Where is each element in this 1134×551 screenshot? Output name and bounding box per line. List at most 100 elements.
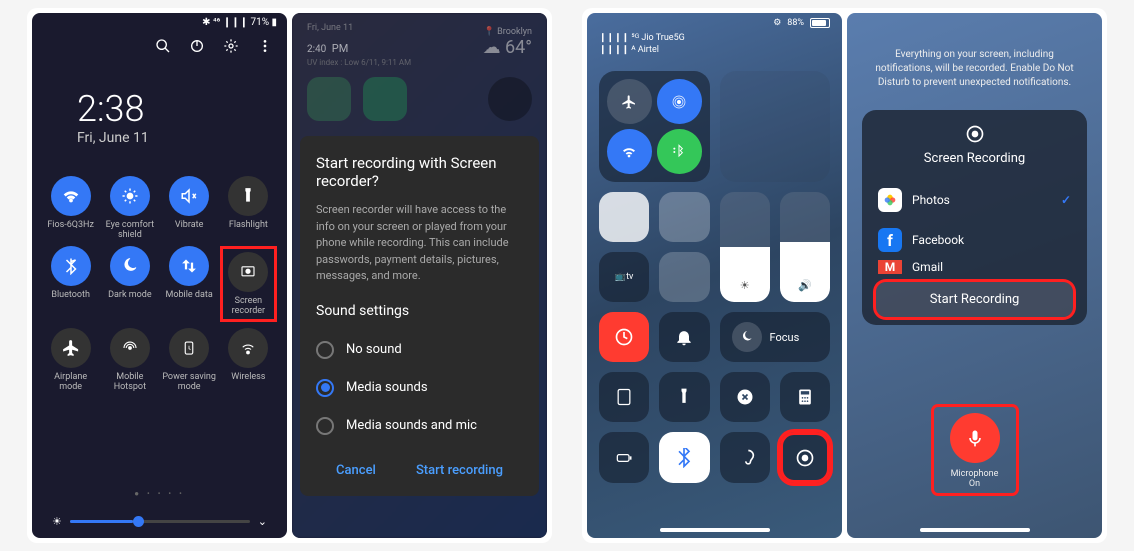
qs-label: Fios-6Q3Hz <box>47 220 94 230</box>
focus-label: Focus <box>770 331 800 344</box>
app-option-gmail[interactable]: MGmail <box>862 260 1087 274</box>
clock-time: 2:38 <box>77 88 287 130</box>
hearing-button[interactable] <box>720 432 770 482</box>
carrier-info: ❙❙❙❙ ⁵ᴳ Jio True5G ❙❙❙❙ ᴬ Airtel <box>587 33 842 56</box>
flashlight-icon <box>228 176 268 216</box>
media-panel[interactable] <box>720 71 831 182</box>
qs-label: Eye comfort shield <box>101 220 158 240</box>
qs-label: Power saving mode <box>161 372 218 392</box>
qs-tile-screen-rec[interactable]: Screen recorder <box>220 246 277 322</box>
qs-tile-airplane[interactable]: Airplane mode <box>42 328 99 392</box>
widget-time: 2:40 PM <box>307 33 411 58</box>
qs-tile-flashlight[interactable]: Flashlight <box>220 176 277 240</box>
app-icon: f <box>878 228 902 252</box>
power-icon[interactable] <box>189 38 205 57</box>
flashlight-button[interactable] <box>659 372 709 422</box>
ios-screen-recording-sheet: Everything on your screen, including not… <box>847 13 1102 538</box>
screen-recorder-dialog: Start recording with Screen recorder? Sc… <box>300 136 539 496</box>
qs-tile-moon[interactable]: Dark mode <box>101 246 158 322</box>
gear-icon[interactable] <box>223 38 239 57</box>
more-icon[interactable] <box>257 38 273 57</box>
app-name: Photos <box>912 193 950 207</box>
qs-tile-sun[interactable]: Eye comfort shield <box>101 176 158 240</box>
shortcut-button[interactable] <box>659 252 709 302</box>
brightness-slider[interactable]: ☀ <box>720 192 770 303</box>
qs-tile-wifi[interactable]: Fios-6Q3Hz <box>42 176 99 240</box>
brightness-slider[interactable] <box>70 520 250 523</box>
status-bar: ✱ ⁴⁶ ❙❙❙ 71% ▮ <box>32 13 287 32</box>
qs-label: Flashlight <box>229 220 268 230</box>
wifi-icon <box>51 176 91 216</box>
lock-rotation-toggle[interactable] <box>599 192 649 242</box>
airdrop-toggle[interactable] <box>657 79 702 124</box>
bluetooth-button[interactable] <box>659 432 709 482</box>
apple-tv-button[interactable]: 📺tv <box>599 252 649 302</box>
microphone-label: Microphone On <box>950 469 1000 489</box>
cellular-bluetooth-toggle[interactable] <box>657 129 702 174</box>
radio-label: Media sounds and mic <box>346 418 477 433</box>
widget-date: Fri, June 11 <box>307 23 411 33</box>
radio-label: No sound <box>346 342 402 357</box>
start-recording-button[interactable]: Start recording <box>416 463 503 478</box>
screen-recording-panel: Screen Recording Photos✓fFacebookMGmail … <box>862 110 1087 325</box>
qs-label: Dark mode <box>108 290 152 300</box>
checkmark-icon: ✓ <box>1061 193 1071 207</box>
chevron-down-icon[interactable]: ⌄ <box>258 515 267 528</box>
app-icon <box>488 77 532 121</box>
orientation-lock-button[interactable] <box>599 372 649 422</box>
battery-percentage: 88% <box>787 18 804 28</box>
widget-temp: ☁ 64° <box>483 37 532 58</box>
clock-date: Fri, June 11 <box>77 130 287 146</box>
screen-rec-icon <box>228 252 268 292</box>
app-name: Facebook <box>912 233 964 247</box>
qs-tile-bluetooth[interactable]: Bluetooth <box>42 246 99 322</box>
app-icon <box>363 77 407 121</box>
dialog-title: Start recording with Screen recorder? <box>316 154 523 190</box>
pagination-dots: ● • • • • <box>32 489 287 498</box>
hotspot-icon <box>110 328 150 368</box>
qs-tile-hotspot[interactable]: Mobile Hotspot <box>101 328 158 392</box>
volume-slider[interactable]: 🔊 <box>780 192 830 303</box>
qs-tile-speaker-mute[interactable]: Vibrate <box>161 176 218 240</box>
search-icon[interactable] <box>155 38 171 57</box>
recording-notice: Everything on your screen, including not… <box>847 13 1102 110</box>
home-indicator[interactable] <box>920 528 1030 532</box>
widget-location: 📍 Brooklyn <box>483 27 532 37</box>
focus-button[interactable]: Focus <box>720 312 831 362</box>
wireless-icon <box>228 328 268 368</box>
start-recording-button[interactable]: Start Recording <box>876 282 1073 317</box>
alarm-button[interactable] <box>659 312 709 362</box>
airplane-icon <box>51 328 91 368</box>
screen-recording-button[interactable] <box>780 432 830 482</box>
mic-toggle-highlight: Microphone On <box>934 407 1016 493</box>
microphone-toggle[interactable] <box>950 413 1000 463</box>
home-indicator[interactable] <box>660 528 770 532</box>
sun-icon <box>110 176 150 216</box>
qs-label: Wireless <box>231 372 265 382</box>
do-not-disturb-toggle[interactable] <box>599 312 649 362</box>
qs-label: Mobile data <box>166 290 213 300</box>
app-option-photos[interactable]: Photos ✓ <box>862 180 1087 220</box>
wifi-toggle[interactable] <box>607 129 652 174</box>
screen-mirroring-button[interactable] <box>659 192 709 242</box>
qs-tile-power-save[interactable]: Power saving mode <box>161 328 218 392</box>
qs-label: Mobile Hotspot <box>101 372 158 392</box>
android-quick-settings-panel: ✱ ⁴⁶ ❙❙❙ 71% ▮ 2:38 Fri, June 11 Fios-6Q… <box>32 13 287 538</box>
qs-tile-swap[interactable]: Mobile data <box>161 246 218 322</box>
widget-uv: UV index : Low 6/11, 9:11 AM <box>307 58 411 67</box>
low-power-button[interactable] <box>599 432 649 482</box>
cancel-button[interactable]: Cancel <box>336 463 376 478</box>
qs-tile-wireless[interactable]: Wireless <box>220 328 277 392</box>
ios-control-center: ⚙ 88% ❙❙❙❙ ⁵ᴳ Jio True5G ❙❙❙❙ ᴬ Airtel <box>587 13 842 538</box>
app-icon: M <box>878 260 902 274</box>
android-screen-recorder-dialog-screen: Fri, June 11 2:40 PM UV index : Low 6/11… <box>292 13 547 538</box>
radio-media-and-mic[interactable]: Media sounds and mic <box>316 407 523 445</box>
shazam-button[interactable] <box>720 372 770 422</box>
radio-no-sound[interactable]: No sound <box>316 331 523 369</box>
airplane-mode-toggle[interactable] <box>607 79 652 124</box>
panel-title: Screen Recording <box>862 151 1087 166</box>
app-option-facebook[interactable]: f Facebook <box>862 220 1087 260</box>
radio-media-sounds[interactable]: Media sounds <box>316 369 523 407</box>
calculator-button[interactable] <box>780 372 830 422</box>
radio-label: Media sounds <box>346 380 428 395</box>
